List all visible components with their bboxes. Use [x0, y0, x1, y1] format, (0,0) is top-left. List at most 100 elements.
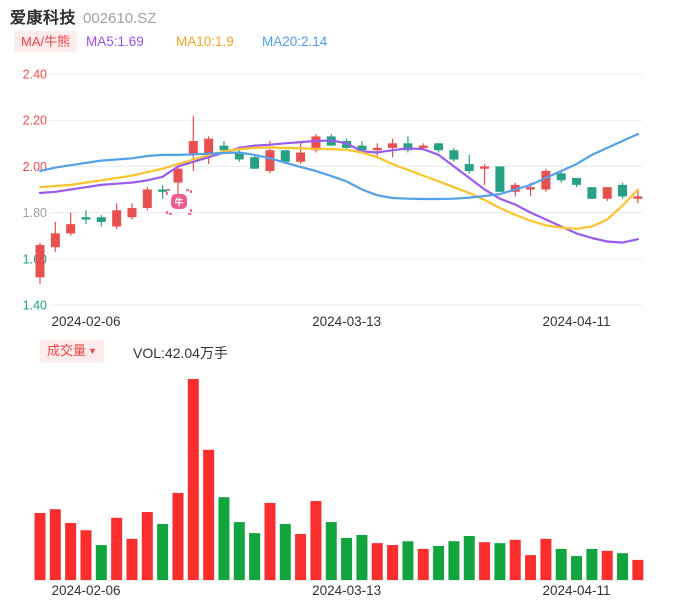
candle-body[interactable] [495, 166, 505, 192]
volume-bar[interactable] [371, 543, 383, 580]
volume-bar[interactable] [65, 523, 77, 580]
volume-bar[interactable] [218, 497, 230, 580]
candle-body[interactable] [250, 157, 260, 169]
volume-bar[interactable] [479, 542, 491, 580]
volume-bar[interactable] [417, 548, 429, 580]
volume-bar[interactable] [448, 541, 460, 580]
ma-line-ma5 [38, 139, 640, 244]
stock-chart-page: 爱康科技 002610.SZ MA/牛熊 MA5:1.69 MA10:1.9 M… [0, 0, 686, 606]
candle-body[interactable] [602, 187, 612, 199]
volume-bar[interactable] [509, 539, 521, 580]
candle-body[interactable] [66, 224, 76, 234]
candle-body[interactable] [449, 150, 459, 160]
volume-bar[interactable] [203, 449, 215, 580]
volume-bar[interactable] [126, 538, 138, 580]
volume-bar[interactable] [310, 501, 322, 580]
x-axis-date-label: 2024-03-13 [312, 314, 381, 329]
volume-bar[interactable] [341, 537, 353, 580]
candle-body[interactable] [572, 177, 582, 185]
volume-bar[interactable] [233, 522, 245, 580]
volume-bar[interactable] [249, 533, 261, 580]
volume-bar[interactable] [80, 530, 92, 580]
volume-header: 成交量 ▼ VOL:42.04万手 [0, 340, 686, 364]
volume-bar[interactable] [601, 550, 613, 580]
candle-body[interactable] [81, 217, 91, 220]
volume-current-value: VOL:42.04万手 [133, 345, 228, 361]
y-axis-label: 2.20 [23, 114, 47, 128]
bull-event-badge[interactable]: 牛 [166, 188, 193, 215]
x-axis-date-label: 2024-04-11 [543, 583, 611, 598]
volume-bar[interactable] [325, 522, 337, 580]
ma-bullbear-toggle[interactable]: MA/牛熊 [14, 31, 78, 52]
candle-body[interactable] [112, 210, 122, 227]
x-axis-date-label: 2024-02-06 [51, 314, 120, 329]
candle-body[interactable] [388, 143, 398, 148]
bull-icon-label: 牛 [175, 196, 184, 207]
badge-corner-bracket [166, 188, 173, 195]
volume-bar[interactable] [433, 546, 445, 580]
ma20-legend-value: MA20:2.14 [262, 34, 328, 49]
candle-body[interactable] [219, 145, 229, 151]
volume-bar[interactable] [540, 538, 552, 580]
volume-bar[interactable] [617, 553, 629, 580]
candle-body[interactable] [158, 189, 168, 192]
volume-bar[interactable] [356, 535, 368, 580]
volume-bar[interactable] [279, 524, 291, 580]
candle-body[interactable] [188, 140, 198, 155]
volume-bar[interactable] [49, 509, 61, 580]
volume-bar[interactable] [264, 502, 276, 580]
volume-bar[interactable] [387, 545, 399, 580]
volume-bar[interactable] [34, 513, 46, 580]
volume-bar[interactable] [525, 555, 537, 580]
volume-bar[interactable] [157, 524, 169, 580]
stock-code: 002610.SZ [83, 10, 157, 27]
ma-legend: MA/牛熊 MA5:1.69 MA10:1.9 MA20:2.14 [0, 31, 686, 55]
volume-bar[interactable] [402, 541, 414, 580]
candle-body[interactable] [418, 145, 428, 148]
volume-bar-chart[interactable]: 2024-02-06 2024-03-13 2024-04-11 [0, 368, 686, 606]
candle-body[interactable] [96, 217, 106, 222]
header: 爱康科技 002610.SZ [10, 4, 156, 28]
x-axis-date-label: 2024-03-13 [312, 583, 381, 598]
candle-body[interactable] [434, 143, 444, 151]
candle-body[interactable] [35, 244, 45, 278]
stock-name: 爱康科技 [10, 10, 77, 27]
volume-selector-label: 成交量 [47, 343, 87, 358]
candle-body[interactable] [464, 164, 474, 172]
volume-bar[interactable] [111, 517, 123, 580]
ma10-legend-value: MA10:1.9 [176, 34, 234, 49]
volume-bar[interactable] [141, 512, 153, 580]
candle-body[interactable] [204, 138, 214, 155]
candle-body[interactable] [480, 166, 490, 169]
ma5-legend-value: MA5:1.69 [86, 34, 144, 49]
volume-indicator-selector[interactable]: 成交量 ▼ [40, 340, 104, 363]
candle-body[interactable] [526, 187, 536, 190]
candle-body[interactable] [372, 147, 382, 151]
x-axis-date-label: 2024-02-06 [51, 583, 120, 598]
volume-bar[interactable] [187, 379, 199, 580]
x-axis-date-label: 2024-04-11 [543, 314, 611, 329]
volume-bar[interactable] [632, 559, 644, 580]
candle-body[interactable] [142, 189, 152, 208]
volume-bar[interactable] [586, 548, 598, 580]
candle-body[interactable] [173, 168, 183, 183]
candle-body[interactable] [280, 150, 290, 162]
candle-body[interactable] [127, 207, 137, 218]
volume-bar[interactable] [295, 534, 307, 580]
candle-body[interactable] [296, 152, 306, 162]
price-candlestick-chart[interactable]: 2.402.202.001.801.601.402024-02-06 2024-0… [0, 58, 686, 336]
candle-body[interactable] [618, 184, 628, 197]
volume-bar[interactable] [95, 545, 107, 580]
candle-body[interactable] [50, 233, 60, 248]
candle-body[interactable] [633, 196, 643, 199]
candle-body[interactable] [556, 173, 566, 181]
volume-bar[interactable] [463, 535, 475, 580]
volume-bar[interactable] [172, 492, 184, 580]
candle-body[interactable] [265, 150, 275, 172]
volume-bar[interactable] [494, 543, 506, 580]
badge-corner-bracket [186, 188, 193, 195]
badge-corner-bracket [166, 208, 173, 215]
volume-bar[interactable] [571, 556, 583, 580]
candle-body[interactable] [587, 187, 597, 199]
volume-bar[interactable] [555, 548, 567, 580]
